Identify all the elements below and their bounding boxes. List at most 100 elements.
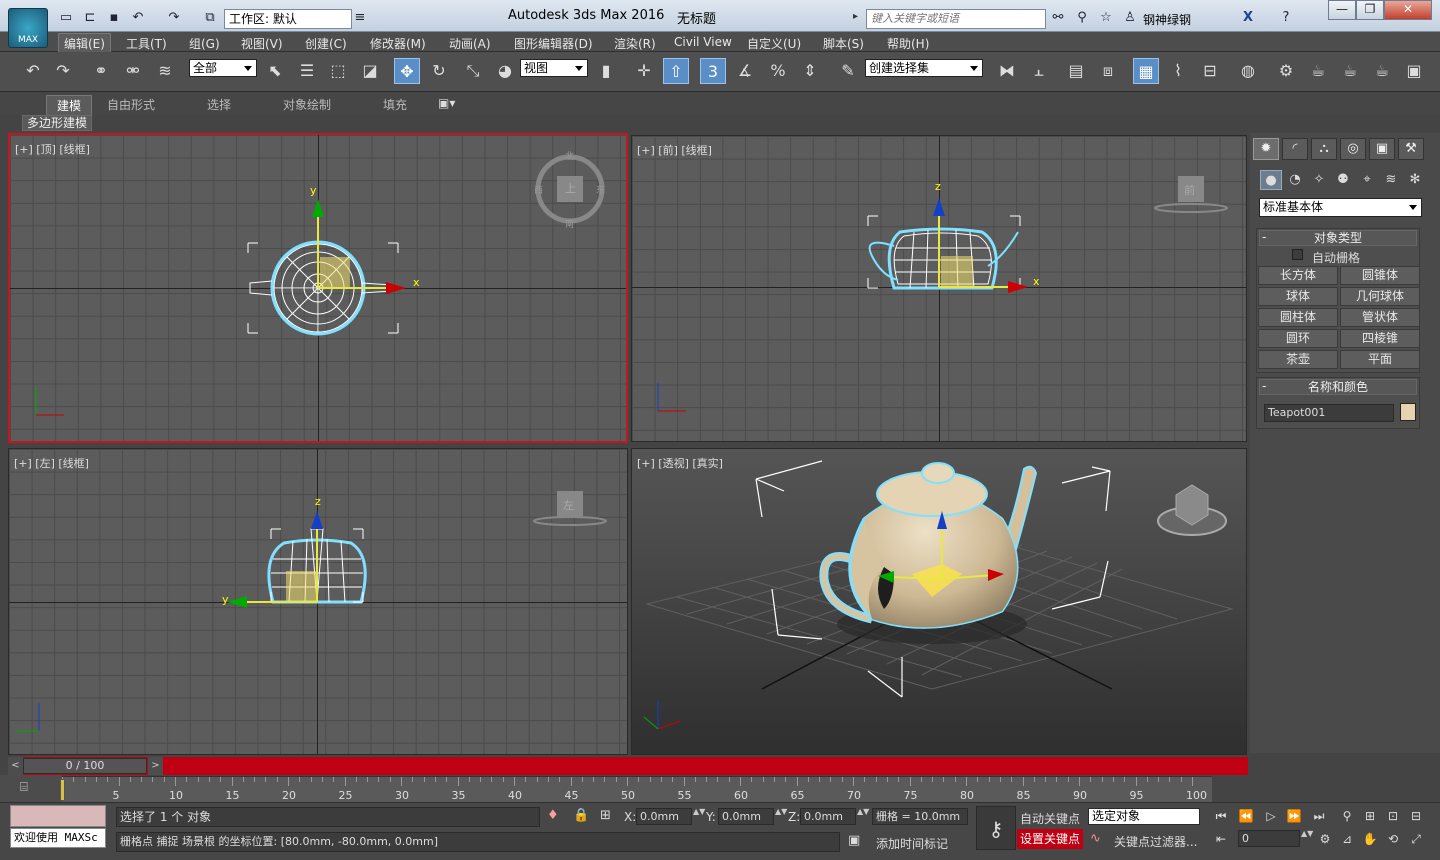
- key-filters-icon[interactable]: ∿: [1090, 831, 1101, 846]
- pan-view-icon[interactable]: ✋: [1361, 830, 1379, 848]
- selection-lock-icon[interactable]: 🔒: [573, 808, 589, 823]
- y-coord-input[interactable]: 0.0mm: [718, 808, 774, 825]
- workspace-dropdown[interactable]: 工作区: 默认: [224, 9, 352, 29]
- new-file-icon[interactable]: ▭: [56, 8, 76, 28]
- modify-tab-icon[interactable]: ◜: [1282, 138, 1308, 160]
- redo-icon[interactable]: ↷: [50, 58, 76, 84]
- mirror-icon[interactable]: ⧓: [994, 58, 1020, 84]
- binoculars-icon[interactable]: ⚯: [1048, 8, 1068, 28]
- space-warps-icon[interactable]: ≋: [1380, 170, 1402, 190]
- percent-snap-icon[interactable]: %: [765, 58, 791, 84]
- create-tab-icon[interactable]: ✹: [1253, 138, 1279, 160]
- place-icon[interactable]: ◕: [492, 58, 518, 84]
- snap-toggle-icon[interactable]: 3: [700, 58, 726, 84]
- go-to-start-icon[interactable]: ⏮: [1212, 807, 1230, 825]
- undo-icon[interactable]: ↶: [20, 58, 46, 84]
- layers-icon[interactable]: ⧈: [1095, 58, 1121, 84]
- orbit-icon[interactable]: ⟲: [1384, 830, 1402, 848]
- teapot-top-wireframe[interactable]: [10, 135, 628, 443]
- redo-icon[interactable]: ↷: [164, 8, 184, 28]
- mini-curve-editor-icon[interactable]: ⌸: [20, 780, 40, 796]
- field-of-view-icon[interactable]: ⊿: [1338, 830, 1356, 848]
- current-time-marker[interactable]: [60, 779, 65, 801]
- name-color-header[interactable]: 名称和颜色: [1259, 379, 1417, 395]
- object-name-input[interactable]: Teapot001: [1264, 404, 1394, 422]
- x-coord-input[interactable]: 0.0mm: [636, 808, 692, 825]
- render-setup-icon[interactable]: ⚙: [1273, 58, 1299, 84]
- create-teapot-button[interactable]: 茶壶: [1258, 350, 1338, 369]
- menu-modifiers[interactable]: 修改器(M): [370, 35, 426, 52]
- keyboard-shortcut-override-icon[interactable]: ⇧: [663, 58, 689, 84]
- help-icon[interactable]: ?: [1276, 8, 1296, 28]
- ribbon-tab-selection[interactable]: 选择: [207, 96, 231, 113]
- edit-named-selection-icon[interactable]: ✎: [835, 58, 861, 84]
- z-coord-input[interactable]: 0.0mm: [800, 808, 856, 825]
- y-spinner-icon[interactable]: ▲▼: [775, 808, 787, 825]
- named-selection-set-dropdown[interactable]: 创建选择集: [865, 59, 983, 77]
- shapes-icon[interactable]: ◔: [1284, 170, 1306, 190]
- select-object-icon[interactable]: ⬉: [262, 58, 288, 84]
- project-folder-icon[interactable]: ⧉: [200, 8, 220, 28]
- viewcube-face[interactable]: 前: [1184, 182, 1195, 198]
- undo-icon[interactable]: ↶: [128, 8, 148, 28]
- quick-access-menu-icon[interactable]: ≡: [352, 8, 368, 28]
- create-sphere-button[interactable]: 球体: [1258, 287, 1338, 306]
- align-icon[interactable]: ⫠: [1026, 58, 1052, 84]
- zoom-extents-all-icon[interactable]: ⊟: [1407, 807, 1425, 825]
- teapot-perspective-shaded[interactable]: [632, 449, 1247, 755]
- render-iterative-icon[interactable]: ☕: [1369, 58, 1395, 84]
- menu-create[interactable]: 创建(C): [305, 35, 347, 52]
- menu-tools[interactable]: 工具(T): [126, 35, 167, 52]
- ribbon-tab-modeling[interactable]: 建模: [46, 95, 93, 116]
- select-and-rotate-icon[interactable]: ↻: [426, 58, 452, 84]
- curve-editor-icon[interactable]: ⌇: [1165, 58, 1191, 84]
- application-button[interactable]: MAX: [8, 8, 48, 48]
- save-file-icon[interactable]: ▪: [104, 8, 124, 28]
- window-crossing-icon[interactable]: ◪: [357, 58, 383, 84]
- rectangular-selection-icon[interactable]: ⬚: [325, 58, 351, 84]
- ribbon-tab-populate[interactable]: 填充: [383, 96, 407, 113]
- ribbon-toggle-icon[interactable]: ▦: [1133, 58, 1159, 84]
- maxscript-listener[interactable]: 欢迎使用 MAXSc: [10, 828, 106, 848]
- viewport-top[interactable]: [+] [顶] [线框] y x 上 北 东 南 西: [8, 133, 628, 443]
- go-to-end-icon[interactable]: ⏭: [1310, 807, 1328, 825]
- previous-frame-icon[interactable]: ⏪: [1237, 807, 1255, 825]
- rendered-frame-window-icon[interactable]: ☕: [1305, 58, 1331, 84]
- unlink-icon[interactable]: ⚮: [120, 58, 146, 84]
- close-button[interactable]: ✕: [1384, 0, 1432, 20]
- schematic-view-icon[interactable]: ⊟: [1197, 58, 1223, 84]
- material-editor-icon[interactable]: ◍: [1235, 58, 1261, 84]
- create-tube-button[interactable]: 管状体: [1340, 308, 1420, 327]
- set-key-button[interactable]: 设置关键点: [1017, 829, 1083, 849]
- object-type-header[interactable]: 对象类型: [1259, 230, 1417, 246]
- exchange-icon[interactable]: X: [1238, 8, 1258, 28]
- create-cylinder-button[interactable]: 圆柱体: [1258, 308, 1338, 327]
- rollout-collapse-icon[interactable]: -: [1262, 379, 1266, 393]
- key-mode-toggle-icon[interactable]: ⇤: [1212, 830, 1230, 848]
- geometry-icon[interactable]: ●: [1260, 170, 1282, 190]
- key-filters-button[interactable]: 关键点过滤器...: [1114, 833, 1197, 850]
- time-configuration-icon[interactable]: ⚙: [1316, 830, 1334, 848]
- angle-snap-icon[interactable]: ∡: [732, 58, 758, 84]
- viewport-front[interactable]: [+] [前] [线框] z x 前: [631, 135, 1247, 442]
- viewport-perspective[interactable]: [+] [透视] [真实]: [631, 448, 1247, 755]
- zoom-all-icon[interactable]: ⊞: [1361, 807, 1379, 825]
- maximize-button[interactable]: ❐: [1356, 0, 1384, 20]
- utilities-tab-icon[interactable]: ⚒: [1398, 138, 1424, 160]
- hierarchy-tab-icon[interactable]: ⛬: [1311, 138, 1337, 160]
- create-torus-button[interactable]: 圆环: [1258, 329, 1338, 348]
- render-online-icon[interactable]: ▣: [1401, 58, 1427, 84]
- z-spinner-icon[interactable]: ▲▼: [857, 808, 869, 825]
- favorites-star-icon[interactable]: ☆: [1096, 8, 1116, 28]
- isolate-selection-icon[interactable]: ♦: [547, 808, 559, 823]
- menu-scripting[interactable]: 脚本(S): [823, 35, 864, 52]
- ribbon-tab-object-paint[interactable]: 对象绘制: [283, 96, 331, 113]
- menu-animation[interactable]: 动画(A): [449, 35, 491, 52]
- time-slider-track[interactable]: [8, 757, 1248, 775]
- manipulate-icon[interactable]: ✛: [631, 58, 657, 84]
- menu-civil-view[interactable]: Civil View: [674, 35, 732, 49]
- autogrid-checkbox[interactable]: [1292, 249, 1303, 260]
- open-file-icon[interactable]: ⊏: [80, 8, 100, 28]
- selection-filter-dropdown[interactable]: 全部: [189, 59, 257, 77]
- select-and-move-icon[interactable]: ✥: [394, 58, 420, 84]
